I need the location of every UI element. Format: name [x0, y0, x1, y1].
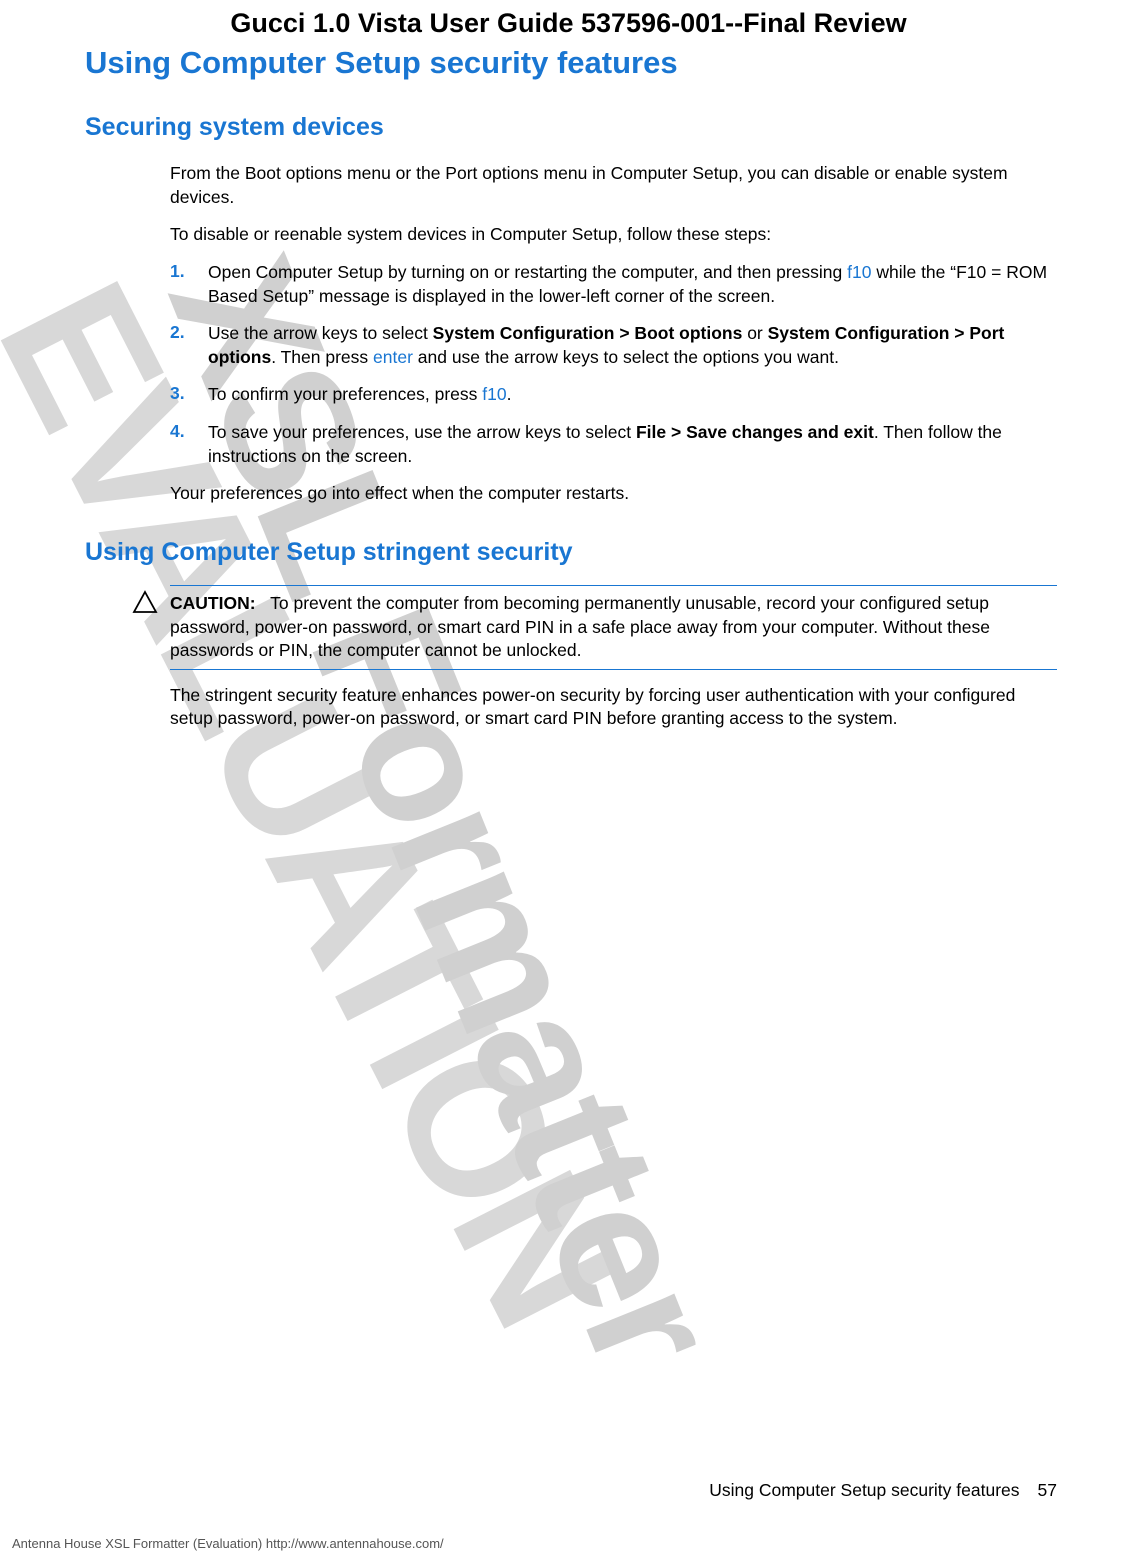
list-text: Open Computer Setup by turning on or res…	[208, 261, 1057, 308]
page-number: 57	[1038, 1480, 1057, 1500]
key-f10: f10	[482, 384, 506, 404]
sub-heading-securing: Securing system devices	[85, 113, 1137, 142]
page-footer: Using Computer Setup security features 57	[709, 1480, 1057, 1501]
footer-section-name: Using Computer Setup security features	[709, 1480, 1019, 1500]
document-header-title: Gucci 1.0 Vista User Guide 537596-001--F…	[0, 0, 1137, 43]
caution-block: CAUTION: To prevent the computer from be…	[170, 585, 1057, 670]
list-number: 3.	[170, 383, 208, 407]
list-text: To save your preferences, use the arrow …	[208, 421, 1057, 468]
list-item: 3. To confirm your preferences, press f1…	[170, 383, 1057, 407]
key-f10: f10	[847, 262, 871, 282]
list-number: 2.	[170, 322, 208, 369]
caution-text: CAUTION: To prevent the computer from be…	[170, 592, 1057, 663]
list-number: 1.	[170, 261, 208, 308]
list-item: 4. To save your preferences, use the arr…	[170, 421, 1057, 468]
main-heading: Using Computer Setup security features	[85, 45, 1137, 81]
list-text: Use the arrow keys to select System Conf…	[208, 322, 1057, 369]
caution-label: CAUTION:	[170, 593, 256, 613]
key-enter: enter	[373, 347, 413, 367]
bold-text: System Configuration > Boot options	[433, 323, 743, 343]
list-item: 1. Open Computer Setup by turning on or …	[170, 261, 1057, 308]
list-item: 2. Use the arrow keys to select System C…	[170, 322, 1057, 369]
paragraph: The stringent security feature enhances …	[170, 684, 1057, 731]
paragraph: From the Boot options menu or the Port o…	[170, 162, 1057, 209]
formatter-credit: Antenna House XSL Formatter (Evaluation)…	[12, 1536, 444, 1551]
sub-heading-stringent: Using Computer Setup stringent security	[85, 538, 1137, 567]
paragraph: Your preferences go into effect when the…	[170, 482, 1057, 506]
ordered-list: 1. Open Computer Setup by turning on or …	[170, 261, 1057, 468]
page-content: Gucci 1.0 Vista User Guide 537596-001--F…	[0, 0, 1137, 731]
list-text: To confirm your preferences, press f10.	[208, 383, 511, 407]
bold-text: File > Save changes and exit	[636, 422, 874, 442]
caution-triangle-icon	[132, 590, 158, 614]
list-number: 4.	[170, 421, 208, 468]
paragraph: To disable or reenable system devices in…	[170, 223, 1057, 247]
